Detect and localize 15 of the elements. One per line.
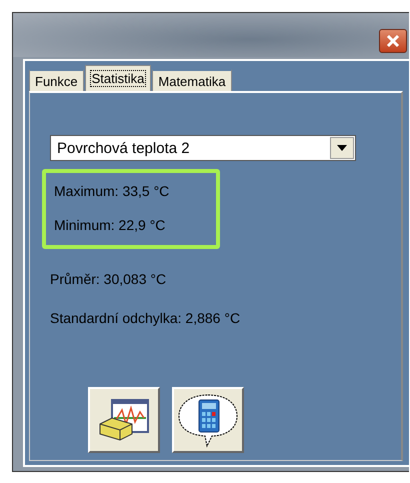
calculator-button[interactable] (172, 387, 244, 453)
stat-text: Maximum: 33,5 °C (54, 183, 170, 200)
dropdown[interactable]: Povrchová teplota 2 (50, 135, 356, 161)
tab[interactable]: Matematika (152, 69, 232, 91)
caret-icon (337, 145, 347, 151)
stat-text: Standardní odchylka: 2,886 °C (50, 310, 242, 327)
close-icon (385, 34, 401, 48)
stat-text: Průměr: 30,083 °C (50, 271, 168, 288)
eraser-chart-icon (98, 398, 150, 442)
tab[interactable]: Statistika (84, 65, 152, 91)
tab[interactable]: Funkce (29, 69, 84, 91)
close-button[interactable] (379, 29, 407, 53)
stat-text: Minimum: 22,9 °C (54, 217, 166, 234)
calculator-bubble-icon (177, 392, 239, 448)
clear-chart-button[interactable] (88, 387, 160, 453)
